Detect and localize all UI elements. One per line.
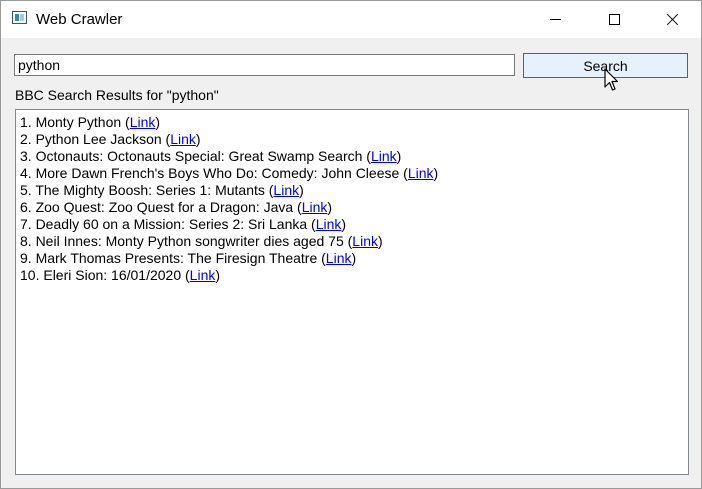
result-link[interactable]: Link xyxy=(130,114,156,130)
result-close-paren: ) xyxy=(433,165,439,181)
list-item: 6. Zoo Quest: Zoo Quest for a Dragon: Ja… xyxy=(20,199,684,216)
list-item: 7. Deadly 60 on a Mission: Series 2: Sri… xyxy=(20,216,684,233)
maximize-button[interactable] xyxy=(585,1,643,38)
result-title: 10. Eleri Sion: 16/01/2020 ( xyxy=(20,267,190,283)
list-item: 2. Python Lee Jackson (Link) xyxy=(20,131,684,148)
minimize-icon xyxy=(549,19,561,20)
list-item: 8. Neil Innes: Monty Python songwriter d… xyxy=(20,233,684,250)
title-bar[interactable]: Web Crawler xyxy=(1,1,701,38)
list-item: 10. Eleri Sion: 16/01/2020 (Link) xyxy=(20,267,684,284)
result-close-paren: ) xyxy=(327,199,333,215)
result-close-paren: ) xyxy=(341,216,347,232)
result-title: 5. The Mighty Boosh: Series 1: Mutants ( xyxy=(20,182,274,198)
result-close-paren: ) xyxy=(215,267,221,283)
app-icon xyxy=(12,11,27,24)
result-close-paren: ) xyxy=(299,182,304,198)
result-title: 2. Python Lee Jackson ( xyxy=(20,131,171,147)
result-link[interactable]: Link xyxy=(326,250,352,266)
result-title: 8. Neil Innes: Monty Python songwriter d… xyxy=(20,233,353,249)
result-link[interactable]: Link xyxy=(316,216,342,232)
result-close-paren: ) xyxy=(351,250,357,266)
results-list[interactable]: 1. Monty Python (Link) 2. Python Lee Jac… xyxy=(15,109,689,475)
window-title: Web Crawler xyxy=(36,11,123,28)
result-close-paren: ) xyxy=(155,114,161,130)
result-close-paren: ) xyxy=(396,148,402,164)
result-link[interactable]: Link xyxy=(302,199,328,215)
list-item: 3. Octonauts: Octonauts Special: Great S… xyxy=(20,148,684,165)
mouse-cursor-icon xyxy=(604,68,618,91)
result-link[interactable]: Link xyxy=(273,182,299,198)
result-link[interactable]: Link xyxy=(190,267,216,283)
close-button[interactable] xyxy=(643,1,701,38)
result-close-paren: ) xyxy=(377,233,383,249)
list-item: 4. More Dawn French's Boys Who Do: Comed… xyxy=(20,165,684,182)
result-title: 7. Deadly 60 on a Mission: Series 2: Sri… xyxy=(20,216,316,232)
result-link[interactable]: Link xyxy=(170,131,196,147)
results-label: BBC Search Results for "python" xyxy=(15,87,219,103)
maximize-icon xyxy=(608,14,620,25)
list-item: 9. Mark Thomas Presents: The Firesign Th… xyxy=(20,250,684,267)
result-title: 4. More Dawn French's Boys Who Do: Comed… xyxy=(20,165,408,181)
result-title: 1. Monty Python ( xyxy=(20,114,130,130)
app-window: Web Crawler python Search BBC Search Res… xyxy=(0,0,702,489)
list-item: 1. Monty Python (Link) xyxy=(20,114,684,131)
result-title: 6. Zoo Quest: Zoo Quest for a Dragon: Ja… xyxy=(20,199,302,215)
result-link[interactable]: Link xyxy=(408,165,434,181)
result-link[interactable]: Link xyxy=(371,148,397,164)
minimize-button[interactable] xyxy=(526,1,584,38)
close-icon xyxy=(666,13,679,26)
result-title: 3. Octonauts: Octonauts Special: Great S… xyxy=(20,148,371,164)
list-item: 5. The Mighty Boosh: Series 1: Mutants (… xyxy=(20,182,684,199)
search-input[interactable]: python xyxy=(14,54,515,76)
result-title: 9. Mark Thomas Presents: The Firesign Th… xyxy=(20,250,326,266)
result-link[interactable]: Link xyxy=(352,233,378,249)
result-close-paren: ) xyxy=(195,131,201,147)
